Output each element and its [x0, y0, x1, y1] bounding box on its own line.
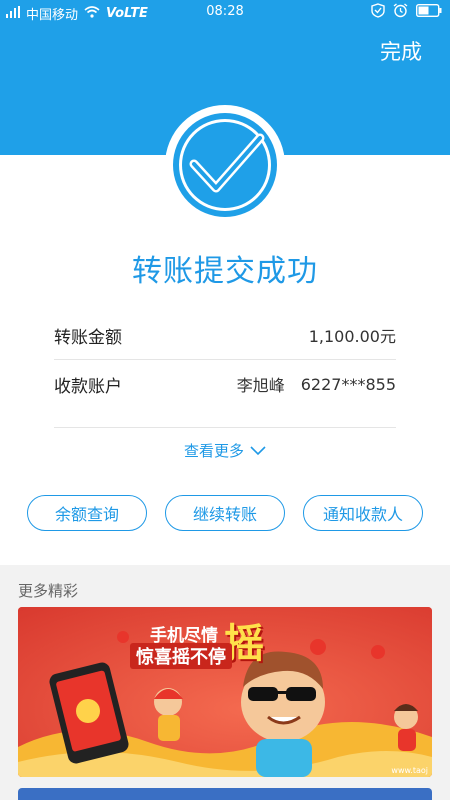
alarm-icon — [393, 3, 408, 22]
amount-label: 转账金额 — [54, 327, 122, 348]
status-bar: 中国移动 VoLTE 08:28 — [0, 0, 450, 24]
security-shield-icon — [371, 3, 385, 22]
view-more-toggle[interactable]: 查看更多 — [0, 440, 450, 461]
payee-name: 李旭峰 — [236, 376, 285, 395]
amount-value: 1,100.00元 — [308, 327, 396, 346]
banner-footer: www.taoj — [391, 766, 428, 775]
view-more-label: 查看更多 — [183, 442, 244, 460]
result-title: 转账提交成功 — [132, 254, 318, 289]
promo-banner-next[interactable] — [18, 788, 432, 800]
continue-transfer-button[interactable]: 继续转账 — [165, 495, 285, 531]
amount-row: 转账金额 1,100.00元 — [54, 311, 396, 359]
banner-subline: 惊喜摇不停 — [130, 643, 232, 669]
success-check-icon — [164, 104, 286, 226]
balance-query-button[interactable]: 余额查询 — [27, 495, 147, 531]
promo-section-label: 更多精彩 — [18, 582, 79, 600]
account-row: 收款账户 李旭峰 6227***855 — [54, 360, 396, 408]
promo-banner[interactable]: 手机尽情 摇 惊喜摇不停 www.taoj — [18, 607, 432, 777]
account-label: 收款账户 — [54, 376, 122, 397]
battery-icon — [415, 3, 442, 21]
row-divider — [54, 427, 396, 428]
notify-payee-button[interactable]: 通知收款人 — [303, 495, 423, 531]
account-number: 6227***855 — [300, 374, 396, 394]
status-right — [371, 3, 442, 22]
done-button[interactable]: 完成 — [380, 36, 422, 66]
chevron-down-icon — [250, 442, 266, 460]
